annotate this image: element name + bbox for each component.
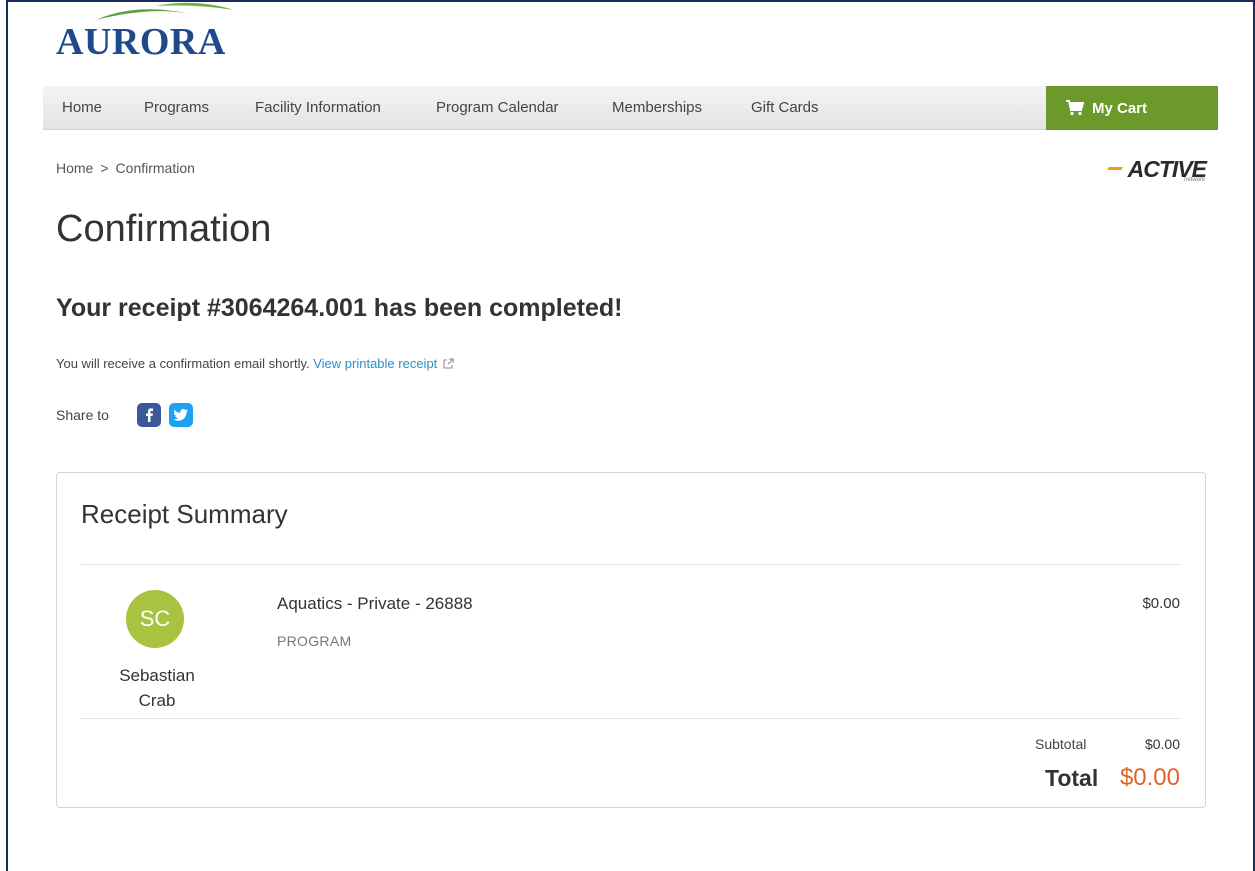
total-value: $0.00 [1119, 764, 1180, 791]
line-item-name: Aquatics - Private - 26888 [277, 594, 473, 613]
share-label: Share to [56, 407, 109, 423]
receipt-completed-message: Your receipt #3064264.001 has been compl… [56, 294, 623, 322]
confirmation-email-message: You will receive a confirmation email sh… [56, 356, 454, 371]
breadcrumb-separator: > [100, 160, 109, 176]
page-title: Confirmation [56, 208, 272, 250]
facebook-icon[interactable] [136, 403, 161, 427]
nav-item-facility-information[interactable]: Facility Information [255, 99, 381, 116]
cart-label: My Cart [1092, 99, 1148, 117]
share-section: Share to [56, 402, 193, 428]
twitter-icon[interactable] [168, 403, 193, 427]
receipt-summary-card: Receipt Summary SC Sebastian Crab Aquati… [56, 472, 1206, 808]
logo-text: AURORA [56, 21, 226, 63]
nav-item-program-calendar[interactable]: Program Calendar [436, 99, 559, 116]
external-link-icon [443, 358, 454, 369]
summary-divider-bottom [81, 718, 1181, 719]
active-logo-subtext: network [1183, 177, 1205, 183]
participant-name: Sebastian Crab [119, 666, 195, 710]
line-item-price: $0.00 [1142, 595, 1180, 612]
active-logo-accent [1107, 167, 1123, 170]
summary-divider-top [81, 564, 1181, 565]
main-nav: Home Programs Facility Information Progr… [43, 86, 1218, 130]
my-cart-button[interactable]: My Cart [1046, 86, 1218, 130]
subtotal-value: $0.00 [1144, 736, 1180, 752]
subtotal-label: Subtotal [1035, 736, 1087, 752]
view-printable-receipt-link[interactable]: View printable receipt [313, 356, 454, 371]
active-network-logo: ACTIVE network [1106, 152, 1207, 188]
nav-item-gift-cards[interactable]: Gift Cards [751, 99, 819, 116]
breadcrumb-current: Confirmation [115, 160, 195, 176]
cart-icon [1066, 100, 1084, 116]
participant-avatar: SC [126, 590, 184, 648]
breadcrumb-home-link[interactable]: Home [56, 160, 93, 176]
aurora-logo[interactable]: AURORA [56, 0, 266, 63]
receipt-summary-title: Receipt Summary [81, 499, 288, 529]
line-item-type: PROGRAM [277, 633, 352, 649]
nav-item-home[interactable]: Home [62, 99, 102, 116]
nav-item-memberships[interactable]: Memberships [612, 99, 702, 116]
email-notice-text: You will receive a confirmation email sh… [56, 356, 310, 371]
nav-item-programs[interactable]: Programs [144, 99, 209, 116]
breadcrumb: Home > Confirmation [56, 160, 195, 176]
total-label: Total [1045, 765, 1099, 791]
